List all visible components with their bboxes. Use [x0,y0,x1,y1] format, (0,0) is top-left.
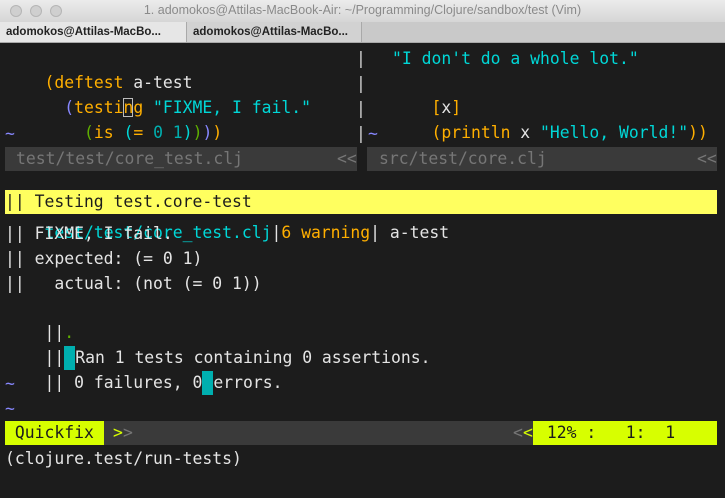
mode-arrow-2: > [123,423,133,442]
left-tilde: ~ [5,124,15,143]
mode-arrow: > [113,423,123,442]
right-code-line-2: [x] [431,98,462,117]
highlight-block [202,371,214,395]
quickfix-line[interactable]: || FIXME, I fail. [5,222,173,246]
position-arrow-2: < [513,423,523,442]
right-pane-filename: src/test/core.clj [379,149,547,168]
right-code-line-3: (println x "Hello, World!")) [431,123,708,142]
left-pane-status-arrow: << [337,149,357,168]
cursor-position: 12% : 1: 1 [533,421,717,445]
right-code-line-1: "I don't do a whole lot." [392,49,639,68]
left-code-line-3: (is (= 0 1)))) [44,123,223,142]
quickfix-line[interactable]: || actual: (not (= 0 1)) [5,272,262,296]
quickfix-line[interactable]: || expected: (= 0 1) [5,247,202,271]
left-code-line-2: (testing "FIXME, I fail." [44,98,311,117]
position-arrow: < [523,423,533,442]
left-pane-filename: test/test/core_test.clj [16,149,243,168]
mode-indicator: Quickfix [5,421,104,445]
quickfix-line[interactable]: ||. [5,297,74,342]
command-line[interactable]: (clojure.test/run-tests) [5,447,242,471]
window-titlebar: 1. adomokos@Attilas-MacBook-Air: ~/Progr… [0,0,725,23]
pane-separator[interactable]: | [356,72,366,96]
quickfix-line[interactable]: || Ran 1 tests containing 0 assertions. [5,322,430,370]
quickfix-statusline[interactable]: Quickfix > > < < 12% : 1: 1 [5,421,717,445]
right-pane-statusline[interactable]: src/test/core.clj << [367,147,717,171]
right-pane-status-arrow: << [697,149,717,168]
left-pane-statusline[interactable]: test/test/core_test.clj << [5,147,357,171]
pane-separator[interactable]: | [356,97,366,121]
terminal-tab-1[interactable]: adomokos@Attilas-MacBo... [0,22,187,42]
right-tilde: ~ [368,124,378,143]
quickfix-tilde: ~ [5,399,15,418]
pane-separator[interactable]: | [356,122,366,146]
quickfix-file-entry[interactable]: test/test/core_test.clj|6 warning| a-tes… [5,197,449,242]
terminal-area[interactable]: (deftest a-test (testing "FIXME, I fail.… [0,43,725,498]
terminal-tab-bar: adomokos@Attilas-MacBo... adomokos@Attil… [0,22,725,43]
quickfix-tilde: ~ [5,374,15,393]
terminal-tab-2[interactable]: adomokos@Attilas-MacBo... [187,22,362,42]
left-code-line-1: (deftest a-test [44,73,193,92]
quickfix-line[interactable]: || 0 failures, 0 errors. [5,347,282,395]
window-title: 1. adomokos@Attilas-MacBook-Air: ~/Progr… [143,3,582,17]
pane-separator[interactable]: | [356,47,366,71]
